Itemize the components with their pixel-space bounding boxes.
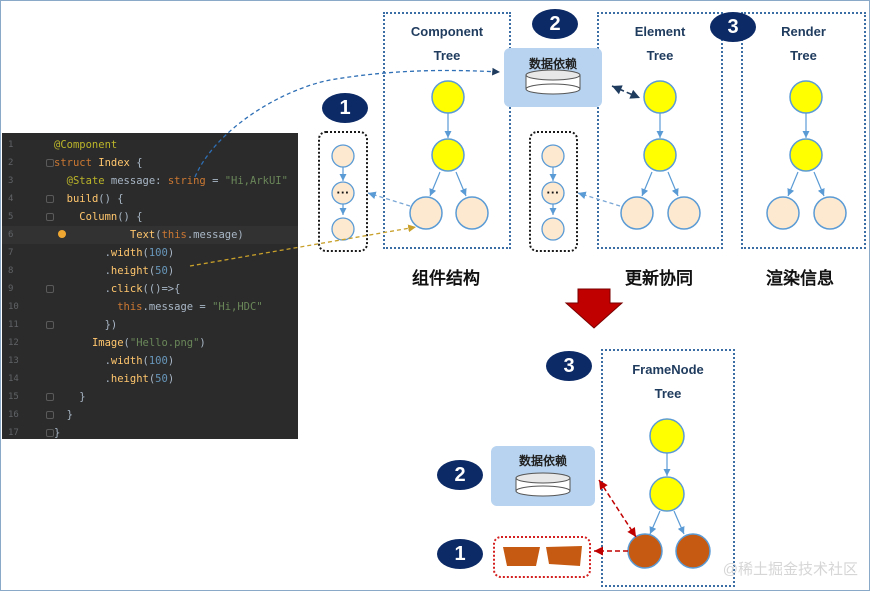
- dependency-framenode-arrow: [598, 479, 637, 538]
- framenode-root: [649, 418, 685, 454]
- element-node-text: [620, 196, 654, 230]
- component-node-root: [431, 80, 465, 114]
- element-node-image: [667, 196, 701, 230]
- component-node-image: [455, 196, 489, 230]
- render-tree-nodes: [766, 80, 847, 230]
- render-shape-2: [546, 546, 582, 566]
- element-node-root: [643, 80, 677, 114]
- component-tree-nodes: [409, 80, 489, 230]
- render-node-column: [789, 138, 823, 172]
- component-node-column: [431, 138, 465, 172]
- down-arrow-icon: [564, 288, 624, 329]
- database-icon-top: [525, 69, 581, 95]
- element-to-list-arrow: [577, 191, 621, 207]
- framenode-image: [675, 533, 711, 569]
- component-list-ellipsis: ···: [337, 185, 350, 200]
- diagram-graphics: ··· ···: [189, 67, 847, 569]
- dependency-element-arrow: [611, 85, 641, 99]
- component-node-text: [409, 196, 443, 230]
- framenode-text: [627, 533, 663, 569]
- component-to-list-arrow: [367, 191, 411, 207]
- render-node-root: [789, 80, 823, 114]
- framenode-tree-nodes: [627, 418, 711, 569]
- database-icon-bottom: [515, 472, 571, 497]
- element-node-column: [643, 138, 677, 172]
- render-shape-1: [503, 547, 540, 566]
- height-to-node-arrow: [189, 224, 417, 267]
- render-node-text: [766, 196, 800, 230]
- element-tree-nodes: [620, 80, 701, 230]
- element-list-ellipsis: ···: [547, 185, 560, 200]
- framenode-column: [649, 476, 685, 512]
- render-node-image: [813, 196, 847, 230]
